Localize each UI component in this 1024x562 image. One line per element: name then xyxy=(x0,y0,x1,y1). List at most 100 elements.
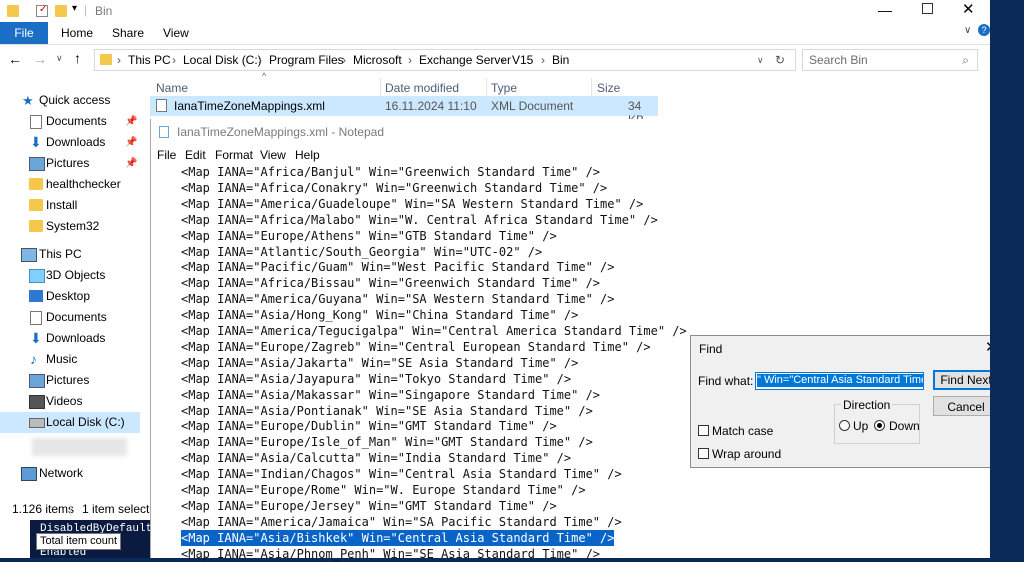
menu-format[interactable]: Format xyxy=(215,145,253,165)
menu-help[interactable]: Help xyxy=(295,145,320,165)
cube-icon xyxy=(29,269,45,283)
nav-pictures[interactable]: Pictures 📌 xyxy=(0,153,140,174)
nav-healthchecker[interactable]: healthchecker xyxy=(0,174,140,195)
refresh-icon[interactable]: ↻ xyxy=(775,50,785,70)
search-input[interactable]: Search Bin ⌕ xyxy=(802,49,978,71)
expand-ribbon-icon[interactable]: ∨ xyxy=(964,25,971,36)
download-arrow-icon: ⬇ xyxy=(30,330,42,346)
menu-edit[interactable]: Edit xyxy=(185,145,206,165)
back-arrow-icon[interactable]: ← xyxy=(8,51,22,67)
item-count: 1.126 items xyxy=(12,502,75,516)
text-line: <Map IANA="Asia/Hong_Kong" Win="China St… xyxy=(181,308,579,323)
minimize-icon[interactable]: — xyxy=(878,2,892,18)
tab-view[interactable]: View xyxy=(163,22,189,44)
text-line: <Map IANA="Africa/Malabo" Win="W. Centra… xyxy=(181,212,658,227)
text-line: <Map IANA="Europe/Athens" Win="GTB Stand… xyxy=(181,228,557,243)
xml-file-icon xyxy=(156,99,167,112)
address-dropdown-icon[interactable]: ∨ xyxy=(757,50,764,70)
find-what-input[interactable]: " Win="Central Asia Standard Time" /> xyxy=(755,372,924,390)
tab-share[interactable]: Share xyxy=(112,22,144,44)
text-line: <Map IANA="Africa/Bissau" Win="Greenwich… xyxy=(181,276,601,291)
redacted-drive xyxy=(32,438,127,456)
properties-icon[interactable]: ✓ xyxy=(36,4,48,17)
match-case-checkbox[interactable] xyxy=(698,425,709,436)
direction-up-radio[interactable] xyxy=(839,420,850,431)
folder-icon xyxy=(29,178,43,190)
wrap-around-label: Wrap around xyxy=(712,447,782,461)
notepad-title: IanaTimeZoneMappings.xml - Notepad xyxy=(177,125,384,139)
column-type[interactable]: Type xyxy=(491,80,517,96)
pin-icon: 📌 xyxy=(125,137,138,148)
file-row[interactable]: IanaTimeZoneMappings.xml 16.11.2024 11:1… xyxy=(150,96,658,127)
direction-label: Direction xyxy=(841,398,893,412)
status-separator: | xyxy=(69,502,73,516)
breadcrumb-local-disk[interactable]: Local Disk (C:) xyxy=(183,50,262,70)
maximize-icon[interactable] xyxy=(922,3,933,14)
nav-install[interactable]: Install xyxy=(0,195,140,216)
nav-music[interactable]: ♪ Music xyxy=(0,349,140,370)
breadcrumb-program-files[interactable]: Program Files xyxy=(269,50,344,70)
address-bar[interactable]: › This PC › Local Disk (C:) › Program Fi… xyxy=(94,49,796,71)
breadcrumb-separator: › xyxy=(541,53,545,67)
text-line: <Map IANA="Asia/Jayapura" Win="Tokyo Sta… xyxy=(181,371,572,386)
breadcrumb-bin[interactable]: Bin xyxy=(552,50,569,70)
text-line: <Map IANA="Asia/Pontianak" Win="SE Asia … xyxy=(181,403,593,418)
desktop-icon xyxy=(29,290,43,302)
breadcrumb-separator: › xyxy=(501,53,505,67)
document-icon xyxy=(30,311,42,325)
recent-locations-icon[interactable]: ∨ xyxy=(56,53,63,64)
customize-toolbar-icon[interactable]: ▾ xyxy=(72,3,77,14)
menu-view[interactable]: View xyxy=(260,145,286,165)
help-icon[interactable]: ? xyxy=(978,24,990,36)
nav-3d-objects[interactable]: 3D Objects xyxy=(0,265,140,286)
breadcrumb-exchange-server[interactable]: Exchange Server xyxy=(419,50,511,70)
menu-file[interactable]: File xyxy=(157,145,176,165)
folder-icon xyxy=(7,5,19,17)
column-divider xyxy=(380,78,381,98)
notepad-icon xyxy=(159,126,169,138)
forward-arrow-icon[interactable]: → xyxy=(33,51,47,67)
drive-icon xyxy=(29,418,45,428)
pictures-icon xyxy=(29,157,45,171)
nav-system32[interactable]: System32 xyxy=(0,216,140,237)
direction-down-radio[interactable] xyxy=(874,420,885,431)
nav-local-disk[interactable]: Local Disk (C:) xyxy=(0,412,140,433)
nav-this-pc[interactable]: This PC xyxy=(0,244,140,265)
nav-pc-documents[interactable]: Documents xyxy=(0,307,140,328)
file-type: XML Document xyxy=(491,99,574,113)
up-arrow-icon[interactable]: ↑ xyxy=(74,50,81,66)
text-line: <Map IANA="Europe/Zagreb" Win="Central E… xyxy=(181,339,651,354)
nav-documents[interactable]: Documents 📌 xyxy=(0,111,140,132)
column-divider xyxy=(591,78,592,98)
text-line: <Map IANA="Asia/Calcutta" Win="India Sta… xyxy=(181,451,572,466)
document-icon xyxy=(30,115,42,129)
column-date-modified[interactable]: Date modified xyxy=(385,80,459,96)
notepad-titlebar: IanaTimeZoneMappings.xml - Notepad xyxy=(151,119,991,145)
column-name[interactable]: Name xyxy=(156,80,188,96)
notepad-menubar: File Edit Format View Help xyxy=(151,145,991,165)
text-line: <Map IANA="Asia/Bishkek" Win="Central As… xyxy=(181,529,615,546)
breadcrumb-v15[interactable]: V15 xyxy=(512,50,533,70)
address-row: ← → ∨ ↑ › This PC › Local Disk (C:) › Pr… xyxy=(0,46,990,74)
text-line: <Map IANA="Africa/Banjul" Win="Greenwich… xyxy=(181,165,601,179)
nav-desktop[interactable]: Desktop xyxy=(0,286,140,307)
tab-home[interactable]: Home xyxy=(61,22,93,44)
nav-pc-downloads[interactable]: ⬇ Downloads xyxy=(0,328,140,349)
close-icon[interactable]: ✕ xyxy=(962,0,975,18)
column-size[interactable]: Size xyxy=(597,80,620,96)
new-folder-icon[interactable] xyxy=(55,5,67,17)
nav-network[interactable]: Network xyxy=(0,463,140,484)
breadcrumb-this-pc[interactable]: This PC xyxy=(128,50,171,70)
nav-pc-pictures[interactable]: Pictures xyxy=(0,370,140,391)
nav-quick-access[interactable]: ★ Quick access xyxy=(0,90,140,111)
text-line: <Map IANA="Asia/Phnom_Penh" Win="SE Asia… xyxy=(181,546,601,561)
wrap-around-checkbox[interactable] xyxy=(698,448,709,459)
breadcrumb-microsoft[interactable]: Microsoft xyxy=(353,50,402,70)
nav-downloads[interactable]: ⬇ Downloads 📌 xyxy=(0,132,140,153)
breadcrumb-separator: › xyxy=(172,53,176,67)
text-line: <Map IANA="Africa/Conakry" Win="Greenwic… xyxy=(181,180,608,195)
tab-file[interactable]: File xyxy=(0,22,48,44)
music-note-icon: ♪ xyxy=(30,351,37,367)
pin-icon: 📌 xyxy=(125,116,138,127)
nav-videos[interactable]: Videos xyxy=(0,391,140,412)
